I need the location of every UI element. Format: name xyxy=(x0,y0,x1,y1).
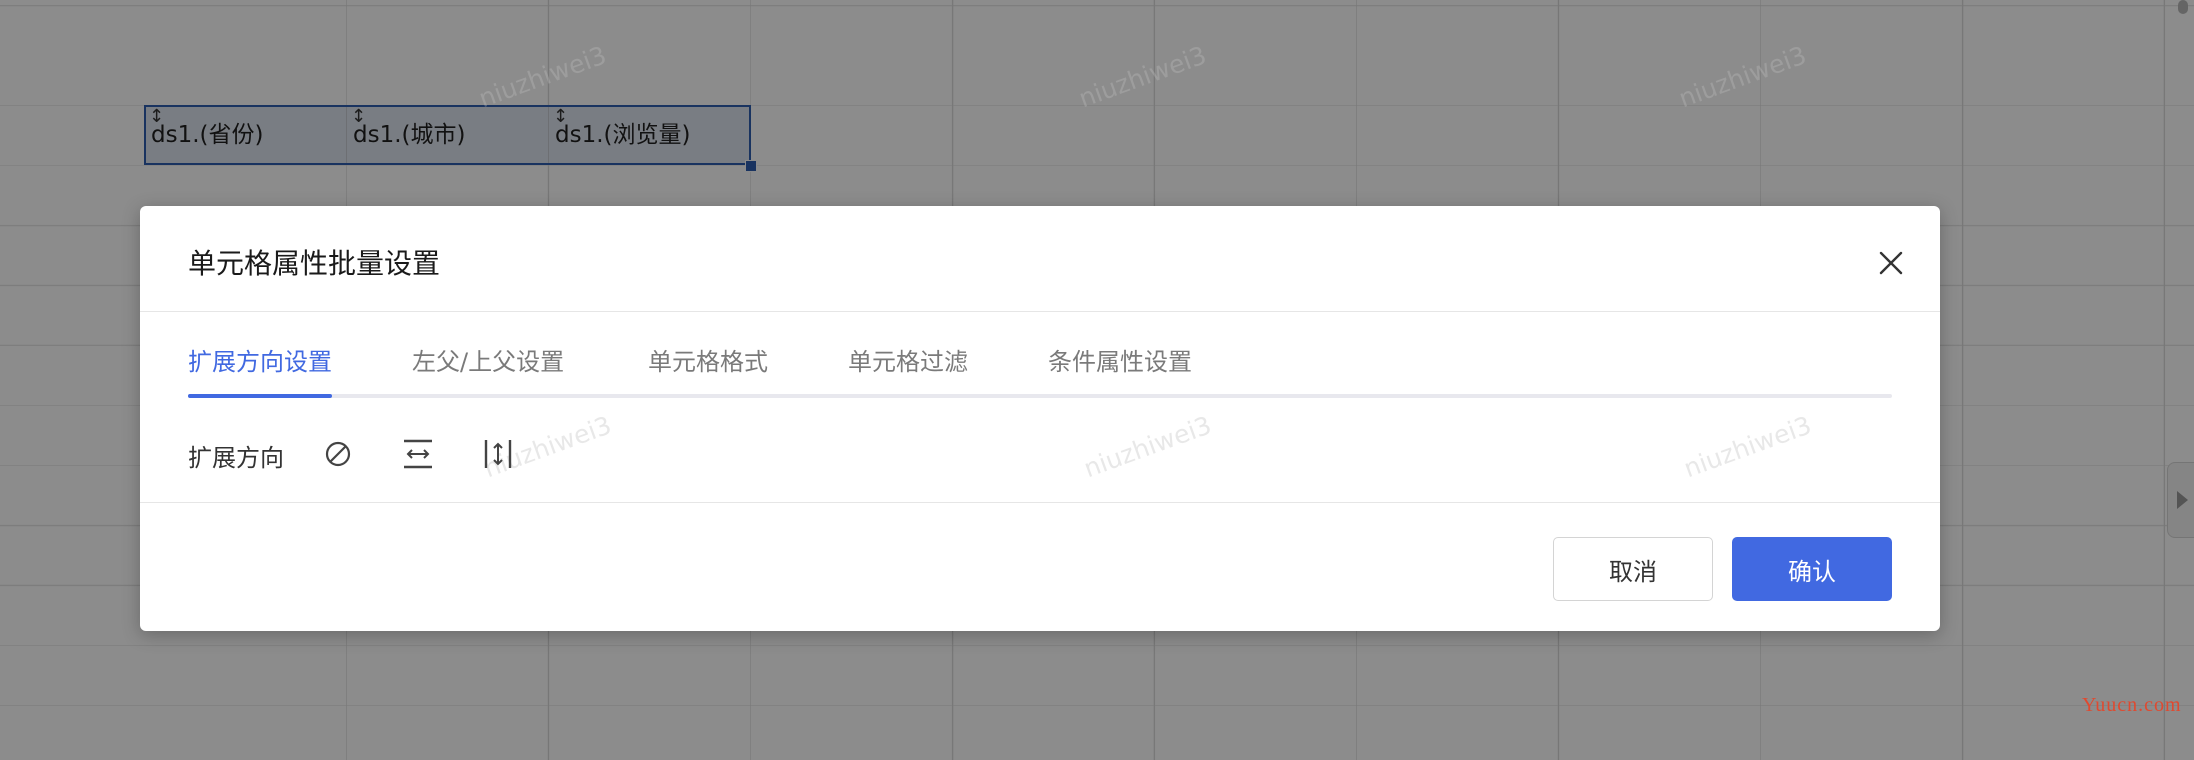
tab-cell-filter[interactable]: 单元格过滤 xyxy=(848,342,968,377)
no-expand-button[interactable] xyxy=(318,434,358,474)
no-expand-icon xyxy=(325,441,351,467)
batch-cell-settings-dialog: 单元格属性批量设置 扩展方向设置 左父/上父设置 单元格格式 单元格过滤 条件属… xyxy=(140,206,1940,631)
watermark: niuzhiwei3 xyxy=(1675,40,1811,114)
cancel-button[interactable]: 取消 xyxy=(1553,537,1713,601)
dialog-footer: 取消 确认 xyxy=(140,502,1940,631)
watermark: niuzhiwei3 xyxy=(1080,410,1216,484)
horizontal-expand-button[interactable] xyxy=(398,434,438,474)
tab-parent-settings[interactable]: 左父/上父设置 xyxy=(412,342,564,377)
vertical-expand-icon xyxy=(484,440,512,468)
watermark: niuzhiwei3 xyxy=(1075,40,1211,114)
dialog-header: 单元格属性批量设置 xyxy=(140,206,1940,312)
settings-tabs: 扩展方向设置 左父/上父设置 单元格格式 单元格过滤 条件属性设置 xyxy=(188,312,1892,400)
horizontal-expand-icon xyxy=(404,439,432,469)
close-icon xyxy=(1879,251,1903,275)
expand-direction-row: 扩展方向 xyxy=(188,430,888,478)
tab-cell-format[interactable]: 单元格格式 xyxy=(648,342,768,377)
tab-track xyxy=(188,394,1892,398)
active-tab-indicator xyxy=(188,394,332,398)
tab-expand-direction[interactable]: 扩展方向设置 xyxy=(188,342,332,377)
dialog-title: 单元格属性批量设置 xyxy=(188,247,441,280)
vertical-expand-button[interactable] xyxy=(478,434,518,474)
watermark: niuzhiwei3 xyxy=(475,40,611,114)
tab-conditional-attributes[interactable]: 条件属性设置 xyxy=(1048,342,1192,377)
site-credit: Yuucn.com xyxy=(2082,694,2182,716)
confirm-button[interactable]: 确认 xyxy=(1732,537,1892,601)
expand-direction-label: 扩展方向 xyxy=(188,444,284,472)
watermark: niuzhiwei3 xyxy=(1680,410,1816,484)
close-button[interactable] xyxy=(1871,243,1911,283)
